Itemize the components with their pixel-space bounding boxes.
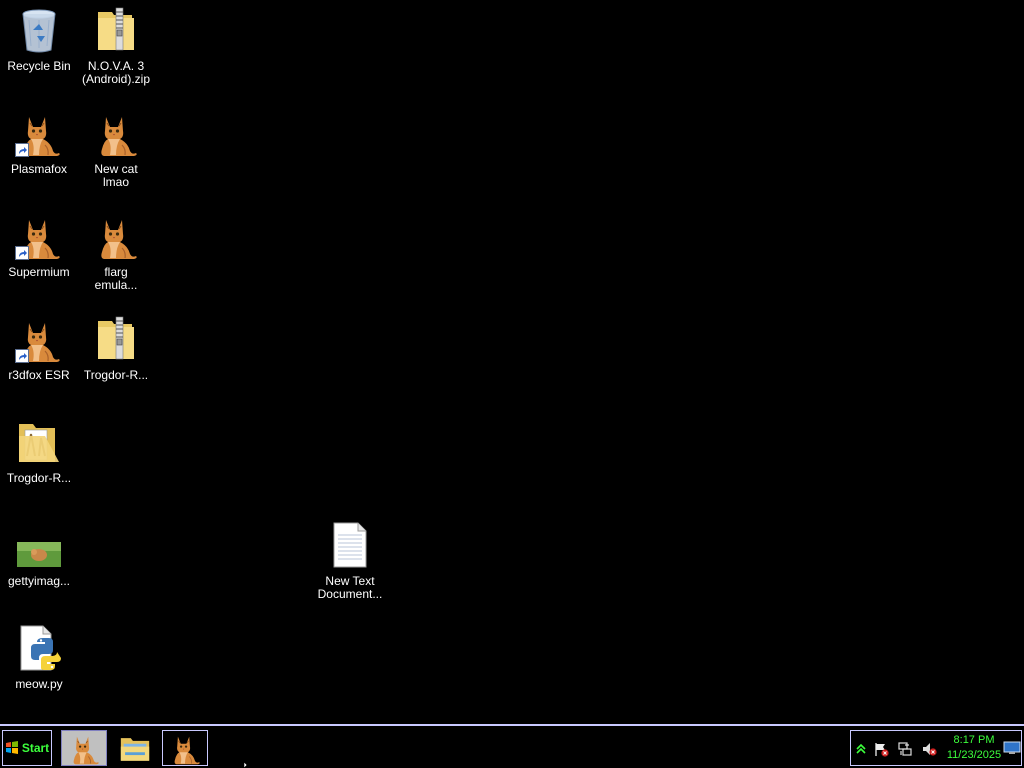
desktop-icon-new-cat-lmao[interactable]: New cat lmao <box>78 109 154 189</box>
desktop-icon-label: Recycle Bin <box>7 59 71 73</box>
cat-icon <box>15 315 63 363</box>
desktop-icon-label: New Text Document... <box>317 574 383 601</box>
cat-icon <box>15 109 63 157</box>
show-hidden-icons-chevron-icon[interactable] <box>853 741 869 757</box>
desktop-icon-label: Supermium <box>8 265 70 279</box>
desktop[interactable]: Recycle Bin N.O.V.A. 3 (Android).zip Pla… <box>0 0 1024 724</box>
desktop-icon-trogdor-folder[interactable]: Trogdor-R... <box>1 418 77 485</box>
mouse-cursor-icon <box>244 762 251 768</box>
cat-icon <box>66 731 102 765</box>
desktop-icon-recycle-bin[interactable]: Recycle Bin <box>1 6 77 73</box>
desktop-icon-r3dfox-esr[interactable]: r3dfox ESR <box>1 315 77 382</box>
image-thumbnail-icon <box>15 521 63 569</box>
taskbar: Start 8:17 PM 11/23/2025 <box>0 724 1024 768</box>
desktop-icon-label: meow.py <box>15 677 63 691</box>
cat-icon <box>15 212 63 260</box>
desktop-icon-label: N.O.V.A. 3 (Android).zip <box>81 59 151 86</box>
cat-icon <box>167 731 203 765</box>
desktop-icon-label: New cat lmao <box>94 162 138 189</box>
shortcut-arrow-icon <box>15 349 29 363</box>
clock-time: 8:17 PM <box>953 734 995 746</box>
python-file-icon <box>15 624 63 672</box>
action-center-flag-icon[interactable] <box>873 741 889 757</box>
desktop-icon-label: flarg emula... <box>94 265 138 292</box>
start-button[interactable]: Start <box>2 730 52 766</box>
desktop-icon-gettyimages[interactable]: gettyimag... <box>1 521 77 588</box>
desktop-icon-new-text-document[interactable]: New Text Document... <box>312 521 388 601</box>
desktop-icon-nova3-zip[interactable]: N.O.V.A. 3 (Android).zip <box>78 6 154 86</box>
taskbar-button-cat-photo[interactable] <box>61 730 107 766</box>
show-desktop-icon[interactable] <box>1003 741 1021 755</box>
shortcut-arrow-icon <box>15 143 29 157</box>
zip-folder-icon <box>92 6 140 54</box>
volume-muted-icon[interactable] <box>921 741 937 757</box>
cat-icon <box>92 212 140 260</box>
clock[interactable]: 8:17 PM 11/23/2025 <box>943 733 1005 763</box>
folder-icon <box>15 418 63 466</box>
desktop-icon-meow-py[interactable]: meow.py <box>1 624 77 691</box>
desktop-icon-label: r3dfox ESR <box>8 368 70 382</box>
system-tray: 8:17 PM 11/23/2025 <box>850 730 1022 766</box>
desktop-icon-trogdor-zip[interactable]: Trogdor-R... <box>78 315 154 382</box>
taskbar-button-file-explorer[interactable] <box>112 730 158 766</box>
desktop-icon-label: gettyimag... <box>7 574 71 588</box>
desktop-icon-supermium[interactable]: Supermium <box>1 212 77 279</box>
clock-date: 11/23/2025 <box>946 749 1002 761</box>
file-explorer-icon <box>117 731 153 765</box>
desktop-icon-label: Trogdor-R... <box>83 368 149 382</box>
taskbar-button-cat-app[interactable] <box>162 730 208 766</box>
desktop-icon-label: Plasmafox <box>10 162 68 176</box>
windows-logo-icon <box>5 741 18 754</box>
desktop-icon-plasmafox[interactable]: Plasmafox <box>1 109 77 176</box>
desktop-icon-label: Trogdor-R... <box>6 471 72 485</box>
text-document-icon <box>326 521 374 569</box>
cat-icon <box>92 109 140 157</box>
recycle-bin-icon <box>15 6 63 54</box>
network-icon[interactable] <box>897 741 913 757</box>
desktop-icon-flarg-emulator[interactable]: flarg emula... <box>78 212 154 292</box>
start-label: Start <box>21 741 50 755</box>
zip-folder-icon <box>92 315 140 363</box>
shortcut-arrow-icon <box>15 246 29 260</box>
